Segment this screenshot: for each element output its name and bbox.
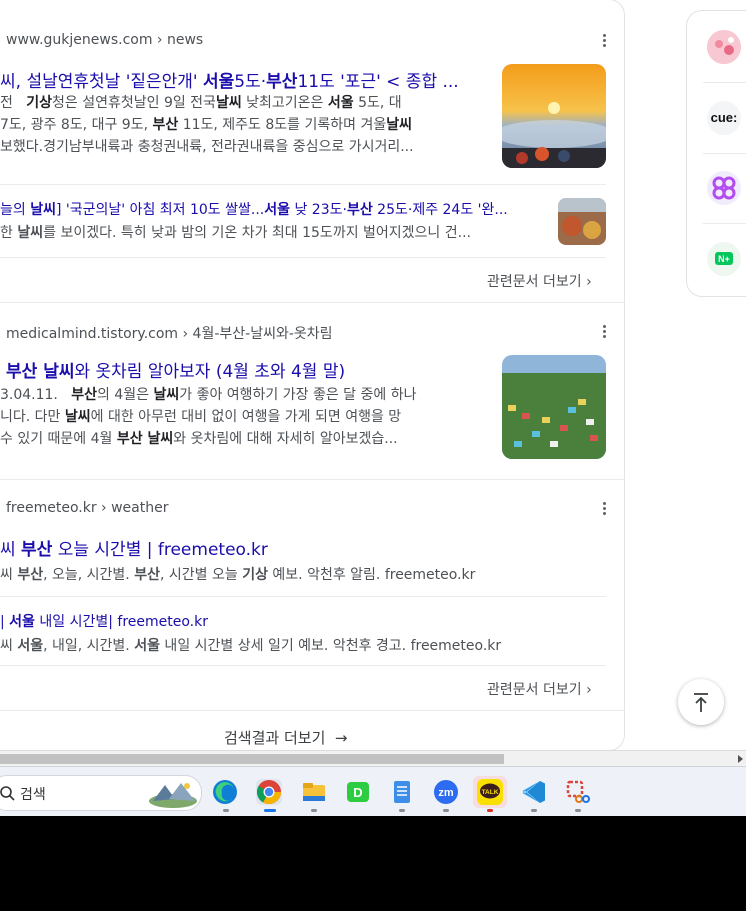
scroll-right-arrow-icon[interactable] bbox=[736, 754, 744, 764]
divider bbox=[0, 596, 606, 597]
svg-text:D: D bbox=[353, 785, 362, 800]
naver-plus-icon[interactable]: N+ bbox=[707, 242, 741, 276]
service-sidebar: cue: N+ bbox=[686, 10, 746, 297]
related-docs-more-link[interactable]: 관련문서 더보기 › bbox=[487, 679, 592, 699]
kakaotalk-icon[interactable]: TALK bbox=[473, 776, 507, 808]
result-title[interactable]: 씨 부산 오늘 시간별 | freemeteo.kr bbox=[0, 535, 480, 560]
more-options-icon[interactable] bbox=[600, 33, 608, 49]
profile-avatar-icon[interactable] bbox=[707, 30, 741, 64]
more-options-icon[interactable] bbox=[600, 501, 608, 517]
sub-result-snippet: 씨 서울, 내일, 시간별. 서울 내일 시간별 상세 일기 예보. 악천후 경… bbox=[0, 638, 502, 654]
village-thumbnail[interactable] bbox=[502, 355, 606, 459]
search-placeholder: 검색 bbox=[20, 787, 46, 803]
sub-result-snippet: 한 날씨를 보이겠다. 특히 낮과 밤의 기온 차가 최대 15도까지 벌어지겠… bbox=[0, 225, 471, 241]
scroll-to-top-button[interactable] bbox=[678, 679, 724, 725]
divider bbox=[0, 479, 625, 480]
horizontal-scrollbar[interactable] bbox=[0, 750, 746, 767]
result-snippet: 전 기상청은 설연휴첫날인 9일 전국날씨 낮최고기온은 서울 5도, 대 7도,… bbox=[0, 95, 414, 155]
divider bbox=[0, 184, 606, 185]
windows-taskbar: 검색 D zm TALK bbox=[0, 766, 746, 816]
autumn-thumbnail[interactable] bbox=[558, 198, 606, 245]
search-highlight-illustration-icon bbox=[149, 783, 197, 808]
result-snippet: 씨 부산, 오늘, 시간별. 부산, 시간별 오늘 기상 예보. 악천후 알림.… bbox=[0, 567, 476, 583]
sub-result-title[interactable]: 늘의 날씨] '국군의날' 아침 최저 10도 쌀쌀...서울 낮 23도·부산… bbox=[0, 199, 536, 219]
result-title[interactable]: 씨, 설날연휴첫날 '짙은안개' 서울5도·부산11도 '포근' < 종합 ..… bbox=[0, 67, 485, 92]
result-snippet: 3.04.11. 부산의 4월은 날씨가 좋아 여행하기 가장 좋은 달 중에 … bbox=[0, 387, 417, 447]
file-explorer-icon[interactable] bbox=[301, 779, 327, 805]
result-source-url[interactable]: freemeteo.kr › weather bbox=[6, 500, 168, 516]
svg-text:N+: N+ bbox=[718, 254, 730, 264]
chrome-icon[interactable] bbox=[256, 779, 282, 805]
svg-text:TALK: TALK bbox=[482, 789, 499, 796]
result-title[interactable]: 부산 날씨와 옷차림 알아보자 (4월 초와 4월 말) bbox=[6, 357, 486, 382]
divider bbox=[0, 302, 625, 303]
more-options-icon[interactable] bbox=[600, 324, 608, 340]
edge-icon[interactable] bbox=[212, 779, 238, 805]
result-source-url[interactable]: medicalmind.tistory.com › 4월-부산-날씨와-옷차림 bbox=[6, 323, 333, 343]
snipping-tool-icon[interactable] bbox=[565, 779, 591, 805]
related-docs-more-link[interactable]: 관련문서 더보기 › bbox=[487, 271, 592, 291]
zoom-icon[interactable]: zm bbox=[433, 779, 459, 805]
svg-text:zm: zm bbox=[438, 787, 454, 799]
cue-icon[interactable]: cue: bbox=[707, 101, 741, 135]
scrollbar-thumb[interactable] bbox=[0, 754, 504, 764]
butterfly-app-icon[interactable] bbox=[707, 171, 741, 205]
taskbar-search-box[interactable]: 검색 bbox=[0, 775, 202, 811]
more-results-button[interactable]: 검색결과 더보기 → bbox=[224, 727, 348, 748]
notepad-icon[interactable] bbox=[389, 779, 415, 805]
sub-result-title[interactable]: | 서울 내일 시간별| freemeteo.kr bbox=[0, 611, 400, 631]
search-icon bbox=[0, 786, 15, 801]
divider bbox=[0, 257, 606, 258]
divider bbox=[0, 665, 606, 666]
browser-viewport: www.gukjenews.com › news 씨, 설날연휴첫날 '짙은안개… bbox=[0, 0, 746, 816]
vscode-icon[interactable] bbox=[521, 779, 547, 805]
sunrise-thumbnail[interactable] bbox=[502, 64, 606, 168]
divider bbox=[0, 710, 625, 711]
d-app-icon[interactable]: D bbox=[345, 779, 371, 805]
result-source-url[interactable]: www.gukjenews.com › news bbox=[6, 32, 203, 48]
